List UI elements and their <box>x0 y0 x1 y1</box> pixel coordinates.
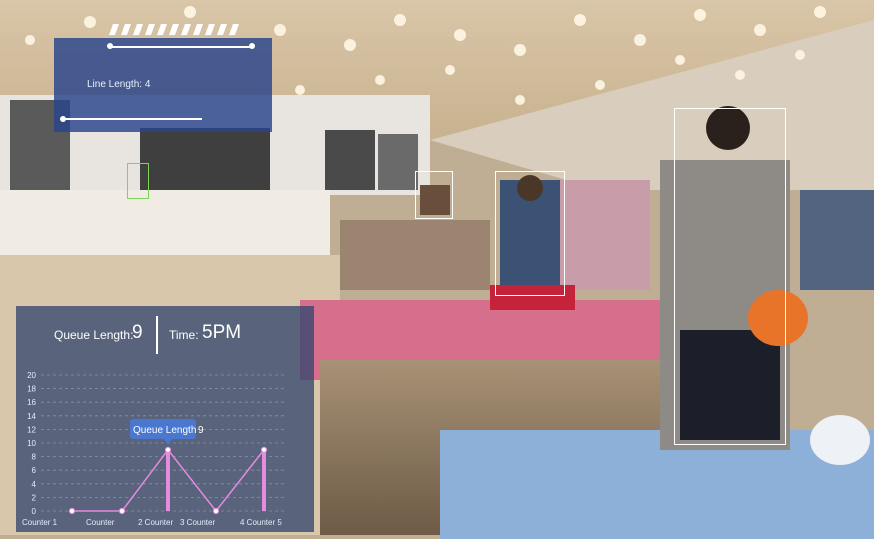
x-tick-label: 4 Counter 5 <box>240 518 282 527</box>
data-point-2 <box>118 507 126 515</box>
y-tick-label: 4 <box>32 480 37 489</box>
queue-stats-panel: 0 2 4 6 8 10 12 14 16 18 20 Counter 1 Counter 2 Count… <box>16 306 314 532</box>
data-point-4 <box>212 507 220 515</box>
line-length-label: Line Length <box>87 79 140 90</box>
y-tick-label: 18 <box>27 385 36 394</box>
y-tick-label: 12 <box>27 425 36 434</box>
y-tick-label: 0 <box>32 507 37 516</box>
y-tick-label: 16 <box>27 398 36 407</box>
data-point-1 <box>68 507 76 515</box>
segment-bar <box>109 24 239 35</box>
queue-length-label: Queue Length: <box>54 328 134 342</box>
data-point-3 <box>164 446 172 453</box>
bar-5 <box>262 449 266 511</box>
time-label: Time: <box>169 328 199 342</box>
bar-3 <box>166 449 170 511</box>
x-tick-label: Counter <box>86 518 115 527</box>
line-bottom-handle[interactable] <box>60 116 66 122</box>
tooltip-label: Queue Length <box>133 425 196 436</box>
detection-box-customer-right <box>674 108 786 445</box>
y-tick-label: 6 <box>32 466 37 475</box>
tooltip-value: 9 <box>198 425 204 436</box>
data-point-5 <box>260 446 268 453</box>
y-tick-label: 14 <box>27 412 36 421</box>
camera-feed: Line Length: 4 0 2 4 6 8 10 12 14 16 18 20 Counter … <box>0 0 874 539</box>
line-top-end-handle[interactable] <box>249 43 255 49</box>
x-tick-label: 2 Counter <box>138 518 173 527</box>
x-tick-label: 3 Counter <box>180 518 215 527</box>
line-marker-bottom <box>62 118 202 120</box>
line-length-text: Line Length: 4 <box>87 79 151 90</box>
header-divider <box>156 316 158 354</box>
y-tick-label: 20 <box>27 371 36 380</box>
queue-header: Queue Length: 9 Time: 5PM <box>16 316 314 356</box>
x-tick-label: Counter 1 <box>22 518 58 527</box>
tooltip-pointer <box>164 439 172 445</box>
y-tick-label: 8 <box>32 453 37 462</box>
line-length-value: 4 <box>144 79 151 90</box>
detection-box-small <box>127 163 149 199</box>
y-tick-label: 2 <box>32 493 37 502</box>
line-marker-top <box>110 46 254 48</box>
line-top-start-handle[interactable] <box>107 43 113 49</box>
line-length-panel: Line Length: 4 <box>54 24 272 132</box>
queue-length-value: 9 <box>132 322 143 343</box>
time-value: 5PM <box>202 322 242 343</box>
detection-box-cashier <box>415 171 453 219</box>
y-tick-label: 10 <box>27 439 36 448</box>
detection-box-customer-center <box>495 171 565 296</box>
